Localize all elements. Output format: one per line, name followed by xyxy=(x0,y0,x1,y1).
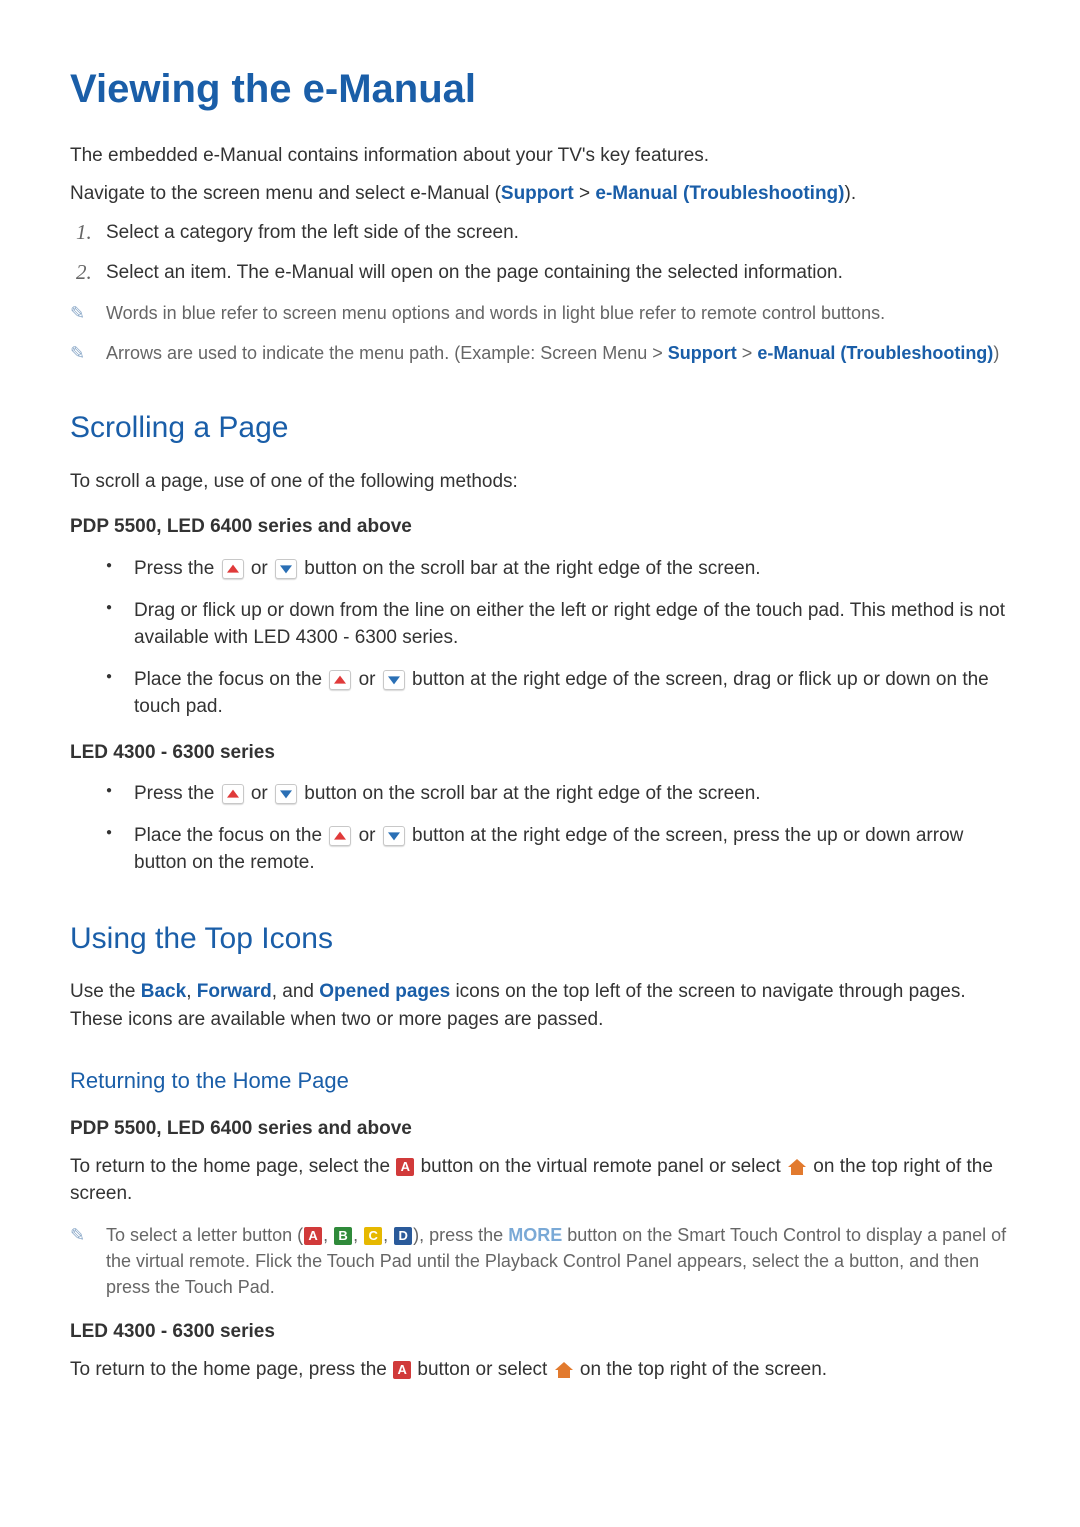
step-1: 1. Select a category from the left side … xyxy=(70,219,1010,247)
series-label-pdp5500: PDP 5500, LED 6400 series and above xyxy=(70,1115,1010,1143)
text-fragment: To select a letter button ( xyxy=(106,1225,303,1245)
up-arrow-icon[interactable] xyxy=(222,784,244,804)
b-letter-button-icon[interactable]: B xyxy=(334,1227,352,1245)
text-fragment: Press the xyxy=(134,558,220,579)
note-text: Words in blue refer to screen menu optio… xyxy=(106,303,885,323)
section-scrolling-heading: Scrolling a Page xyxy=(70,406,1010,450)
down-arrow-icon[interactable] xyxy=(275,559,297,579)
step-text: Select a category from the left side of … xyxy=(106,222,519,243)
scrolling-intro: To scroll a page, use of one of the foll… xyxy=(70,468,1010,496)
up-arrow-icon[interactable] xyxy=(329,826,351,846)
text-fragment: button on the virtual remote panel or se… xyxy=(415,1156,786,1177)
text-fragment: on the top right of the screen. xyxy=(575,1359,827,1380)
up-arrow-icon[interactable] xyxy=(329,670,351,690)
section-topicons-heading: Using the Top Icons xyxy=(70,917,1010,961)
step-2: 2. Select an item. The e-Manual will ope… xyxy=(70,259,1010,287)
text-fragment: , xyxy=(383,1225,393,1245)
text-fragment: Press the xyxy=(134,783,220,804)
text-fragment: or xyxy=(246,558,273,579)
list-item: Place the focus on the or button at the … xyxy=(98,666,1010,721)
step-number: 2. xyxy=(76,257,92,287)
link-support[interactable]: Support xyxy=(501,183,574,204)
c-letter-button-icon[interactable]: C xyxy=(364,1227,382,1245)
a-letter-button-icon[interactable]: A xyxy=(393,1361,411,1379)
nav-sep: > xyxy=(737,343,758,363)
text-fragment: To return to the home page, select the xyxy=(70,1156,395,1177)
intro-text-1: The embedded e-Manual contains informati… xyxy=(70,142,1010,170)
more-button-label: MORE xyxy=(508,1225,562,1245)
home-instruction-2: To return to the home page, press the A … xyxy=(70,1356,1010,1384)
link-back[interactable]: Back xyxy=(141,981,186,1002)
home-icon[interactable] xyxy=(555,1362,573,1378)
down-arrow-icon[interactable] xyxy=(383,826,405,846)
pencil-icon: ✎ xyxy=(70,1222,85,1248)
note-text-prefix: Arrows are used to indicate the menu pat… xyxy=(106,343,668,363)
link-support[interactable]: Support xyxy=(668,343,737,363)
a-letter-button-icon[interactable]: A xyxy=(396,1158,414,1176)
link-emanual-troubleshooting[interactable]: e-Manual (Troubleshooting) xyxy=(595,183,844,204)
pencil-icon: ✎ xyxy=(70,340,85,366)
home-icon[interactable] xyxy=(788,1159,806,1175)
text-fragment: button or select xyxy=(412,1359,552,1380)
note-item: ✎ To select a letter button (A, B, C, D)… xyxy=(70,1222,1010,1300)
a-letter-button-icon[interactable]: A xyxy=(304,1227,322,1245)
down-arrow-icon[interactable] xyxy=(275,784,297,804)
text-fragment: button on the scroll bar at the right ed… xyxy=(299,558,761,579)
series-label-pdp5500: PDP 5500, LED 6400 series and above xyxy=(70,513,1010,541)
note-item: ✎ Words in blue refer to screen menu opt… xyxy=(70,300,1010,326)
down-arrow-icon[interactable] xyxy=(383,670,405,690)
list-item: Press the or button on the scroll bar at… xyxy=(98,555,1010,583)
page-title: Viewing the e-Manual xyxy=(70,60,1010,118)
series-label-led4300: LED 4300 - 6300 series xyxy=(70,1318,1010,1346)
note-item: ✎ Arrows are used to indicate the menu p… xyxy=(70,340,1010,366)
text-fragment: , xyxy=(353,1225,363,1245)
text-fragment: button on the scroll bar at the right ed… xyxy=(299,783,761,804)
list-item: Drag or flick up or down from the line o… xyxy=(98,597,1010,652)
text-fragment: Drag or flick up or down from the line o… xyxy=(134,600,1005,649)
step-number: 1. xyxy=(76,217,92,247)
text-fragment: , xyxy=(323,1225,333,1245)
text-fragment: Use the xyxy=(70,981,141,1002)
text-fragment: or xyxy=(246,783,273,804)
text-fragment: , xyxy=(186,981,197,1002)
text-fragment: Place the focus on the xyxy=(134,669,327,690)
intro-nav-prefix: Navigate to the screen menu and select e… xyxy=(70,183,501,204)
text-fragment: or xyxy=(353,669,380,690)
link-opened-pages[interactable]: Opened pages xyxy=(319,981,450,1002)
up-arrow-icon[interactable] xyxy=(222,559,244,579)
text-fragment: , and xyxy=(272,981,320,1002)
link-emanual-troubleshooting[interactable]: e-Manual (Troubleshooting) xyxy=(757,343,993,363)
note-text-suffix: ) xyxy=(993,343,999,363)
text-fragment: ), press the xyxy=(413,1225,508,1245)
step-text: Select an item. The e-Manual will open o… xyxy=(106,262,843,283)
nav-sep: > xyxy=(574,183,596,204)
series-label-led4300: LED 4300 - 6300 series xyxy=(70,739,1010,767)
intro-text-2: Navigate to the screen menu and select e… xyxy=(70,180,1010,208)
topicons-text: Use the Back, Forward, and Opened pages … xyxy=(70,978,1010,1033)
d-letter-button-icon[interactable]: D xyxy=(394,1227,412,1245)
list-item: Press the or button on the scroll bar at… xyxy=(98,780,1010,808)
text-fragment: To return to the home page, press the xyxy=(70,1359,392,1380)
intro-nav-suffix: ). xyxy=(845,183,857,204)
subsection-home-heading: Returning to the Home Page xyxy=(70,1065,1010,1097)
link-forward[interactable]: Forward xyxy=(197,981,272,1002)
home-instruction-1: To return to the home page, select the A… xyxy=(70,1153,1010,1208)
list-item: Place the focus on the or button at the … xyxy=(98,822,1010,877)
pencil-icon: ✎ xyxy=(70,300,85,326)
text-fragment: Place the focus on the xyxy=(134,825,327,846)
text-fragment: or xyxy=(353,825,380,846)
